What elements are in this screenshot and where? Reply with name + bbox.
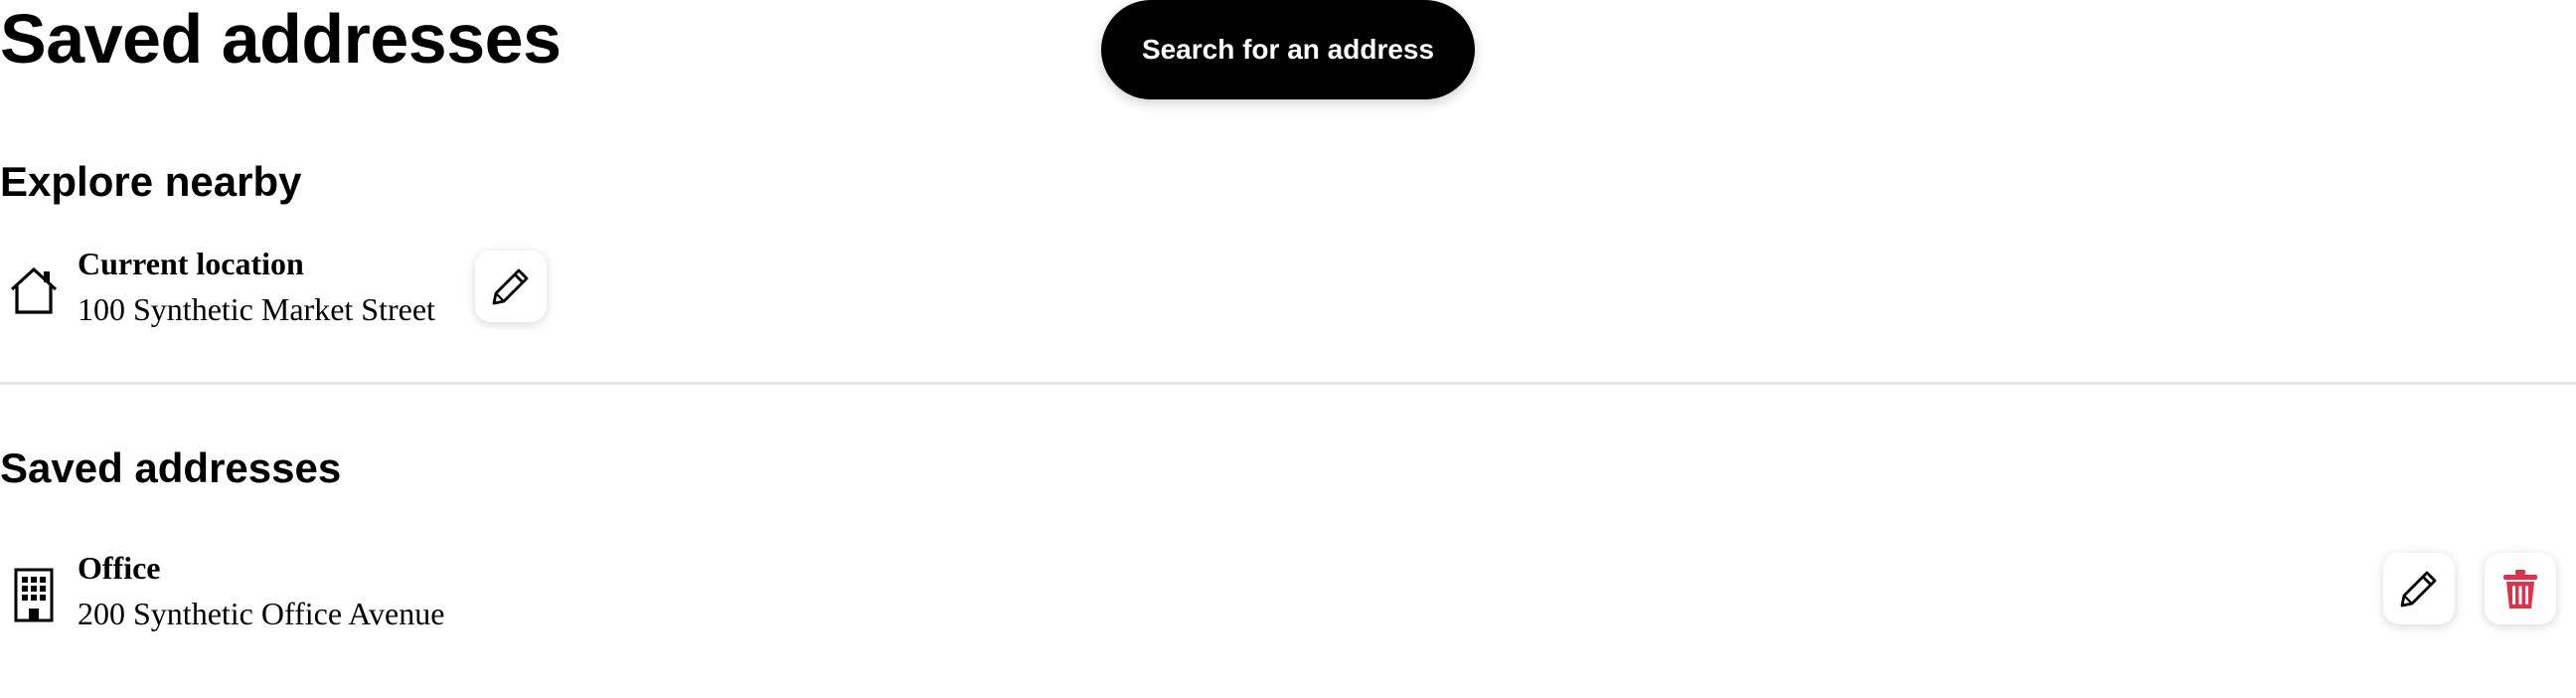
current-location-address: 100 Synthetic Market Street bbox=[78, 291, 435, 327]
page-title: Saved addresses bbox=[0, 0, 562, 78]
current-location-text: Current location 100 Synthetic Market St… bbox=[78, 241, 435, 332]
saved-address-row: Office 200 Synthetic Office Avenue bbox=[0, 545, 2576, 654]
explore-nearby-heading: Explore nearby bbox=[0, 158, 302, 205]
pencil-icon bbox=[489, 264, 533, 308]
office-building-icon bbox=[6, 567, 62, 622]
section-divider bbox=[0, 382, 2576, 385]
edit-saved-address-button[interactable] bbox=[2383, 553, 2455, 624]
search-address-button[interactable]: Search for an address bbox=[1101, 0, 1475, 99]
edit-current-location-button[interactable] bbox=[475, 251, 547, 322]
current-location-name: Current location bbox=[78, 246, 304, 281]
saved-addresses-heading: Saved addresses bbox=[0, 444, 342, 491]
delete-saved-address-button[interactable] bbox=[2485, 553, 2556, 624]
saved-address-line: 200 Synthetic Office Avenue bbox=[78, 596, 445, 631]
saved-address-name: Office bbox=[78, 550, 161, 586]
saved-address-text: Office 200 Synthetic Office Avenue bbox=[78, 545, 444, 636]
current-location-row: Current location 100 Synthetic Market St… bbox=[0, 241, 2576, 350]
pencil-icon bbox=[2397, 567, 2441, 611]
trash-icon bbox=[2498, 567, 2542, 611]
home-icon bbox=[6, 262, 62, 318]
